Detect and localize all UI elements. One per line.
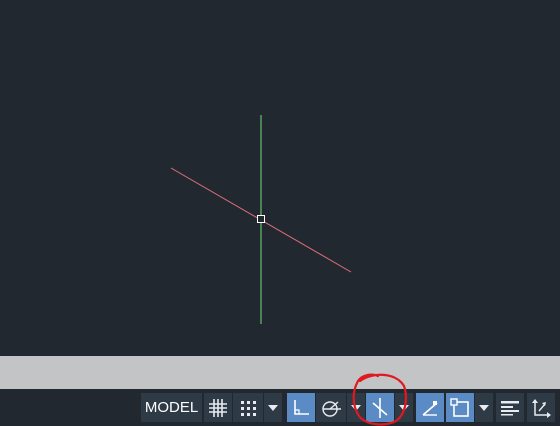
isometric-dropdown[interactable] [395, 393, 413, 422]
cursor-pickbox [257, 215, 265, 223]
object-snap-tracking-button[interactable] [416, 393, 444, 422]
model-space-button[interactable]: MODEL [141, 393, 202, 422]
grid-icon [209, 398, 227, 417]
isometric-drafting-button[interactable] [366, 393, 394, 422]
lineweight-icon [501, 400, 519, 415]
command-line-area[interactable] [0, 356, 560, 389]
snap-dropdown[interactable] [264, 393, 282, 422]
lineweight-button[interactable] [496, 393, 524, 422]
snap-icon [241, 400, 256, 416]
isometric-drafting-icon [372, 397, 388, 418]
snap-button[interactable] [233, 393, 263, 422]
ucs-button[interactable] [527, 393, 555, 422]
polar-dropdown[interactable] [347, 393, 365, 422]
ortho-button[interactable] [287, 393, 315, 422]
crosshair-cursor [170, 115, 352, 324]
polar-tracking-icon [322, 400, 341, 417]
drawing-viewport[interactable] [0, 0, 560, 356]
object-snap-dropdown[interactable] [475, 393, 493, 422]
grid-button[interactable] [204, 393, 232, 422]
object-snap-icon [450, 397, 469, 417]
polar-tracking-button[interactable] [316, 393, 346, 422]
ucs-icon [532, 398, 551, 418]
status-bar: MODEL [0, 389, 560, 426]
chevron-down-icon [351, 404, 361, 411]
chevron-down-icon [479, 404, 489, 411]
object-snap-tracking-icon [422, 400, 438, 416]
ortho-icon [294, 399, 309, 415]
object-snap-button[interactable] [446, 393, 474, 422]
chevron-down-icon [399, 404, 409, 411]
chevron-down-icon [268, 404, 278, 411]
